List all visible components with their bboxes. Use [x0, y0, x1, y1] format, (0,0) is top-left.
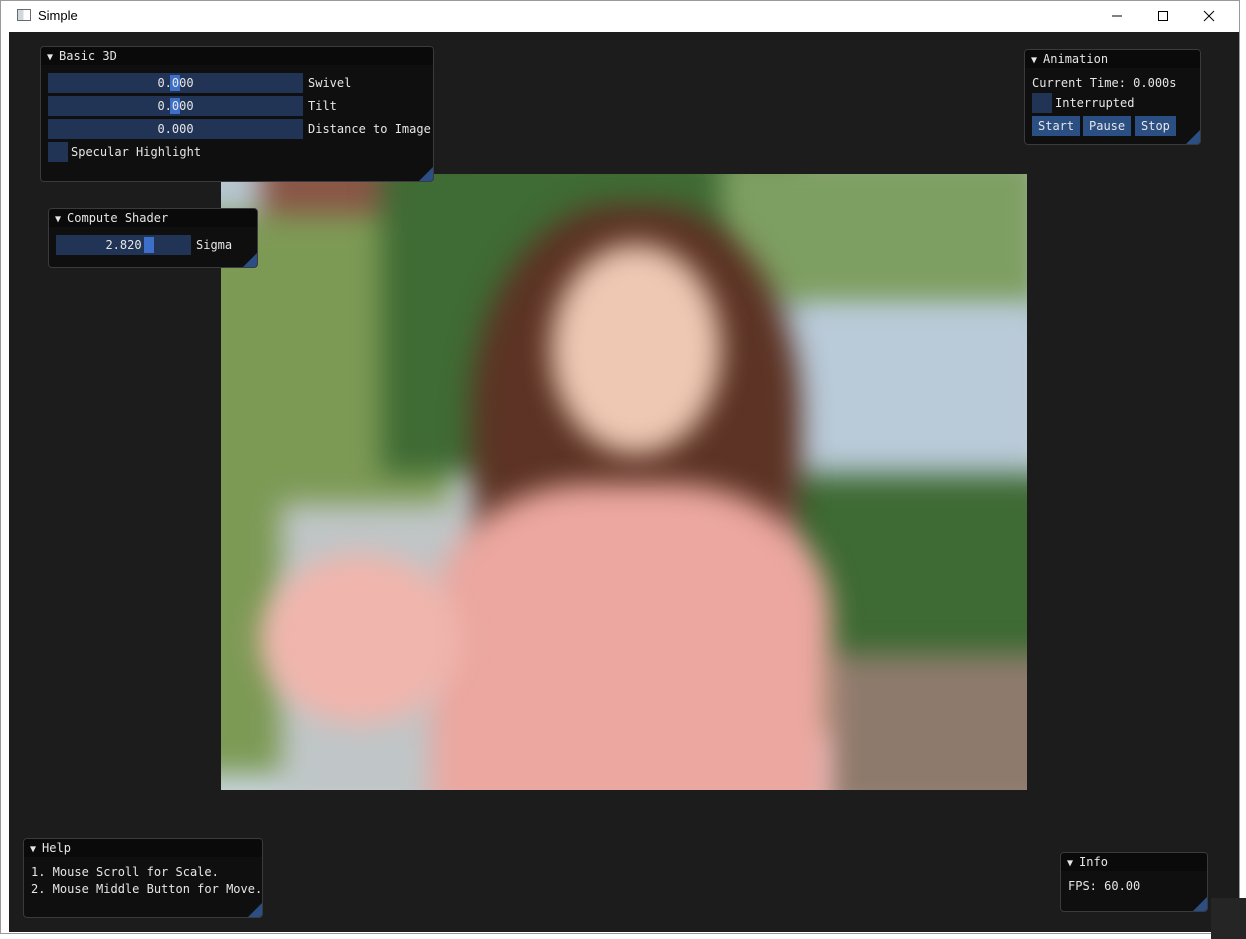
- collapse-arrow-icon[interactable]: ▼: [55, 211, 61, 229]
- resize-grip-icon[interactable]: [248, 903, 262, 917]
- start-button[interactable]: Start: [1032, 116, 1081, 136]
- resize-grip-icon[interactable]: [419, 167, 433, 181]
- slider-value: 0.000: [157, 76, 194, 90]
- panel-title-bar[interactable]: ▼ Compute Shader: [49, 209, 257, 227]
- current-time-text: Current Time: 0.000s: [1032, 76, 1177, 90]
- specular-highlight-label: Specular Highlight: [71, 145, 202, 159]
- slider-value: 0.000: [157, 122, 194, 136]
- close-button[interactable]: [1186, 1, 1232, 31]
- interrupted-label: Interrupted: [1055, 96, 1135, 110]
- panel-title-bar[interactable]: ▼ Animation: [1025, 50, 1200, 68]
- render-viewport[interactable]: ▼ Basic 3D 0.000 Swivel 0.000 Tilt 0.000 …: [9, 32, 1239, 932]
- help-panel: ▼ Help 1. Mouse Scroll for Scale. 2. Mous…: [23, 838, 263, 918]
- close-icon: [1203, 10, 1215, 22]
- panel-title: Basic 3D: [59, 49, 117, 63]
- panel-title-bar[interactable]: ▼ Help: [24, 839, 262, 857]
- slider-value: 0.000: [157, 99, 194, 113]
- resize-grip-icon[interactable]: [1186, 130, 1200, 144]
- panel-title: Animation: [1043, 52, 1109, 66]
- collapse-arrow-icon[interactable]: ▼: [30, 841, 36, 859]
- resize-grip-icon[interactable]: [243, 253, 257, 267]
- maximize-icon: [1158, 11, 1168, 21]
- background-window-fragment: [1211, 898, 1246, 939]
- sigma-label: Sigma: [196, 238, 233, 252]
- help-line: 2. Mouse Middle Button for Move.: [31, 882, 263, 896]
- slider-value: 2.820: [105, 238, 142, 252]
- tilt-label: Tilt: [308, 99, 337, 113]
- panel-title: Help: [42, 841, 71, 855]
- app-icon: [17, 9, 31, 21]
- info-panel: ▼ Info FPS: 60.00: [1060, 852, 1208, 912]
- panel-title-bar[interactable]: ▼ Info: [1061, 853, 1207, 871]
- basic-3d-panel: ▼ Basic 3D 0.000 Swivel 0.000 Tilt 0.000 …: [40, 46, 434, 182]
- window-title: Simple: [38, 8, 78, 23]
- distance-slider[interactable]: 0.000: [48, 119, 303, 139]
- title-bar[interactable]: Simple: [1, 1, 1239, 31]
- application-window: Simple ▼ Basic 3D 0.000 Swivel 0.000 Til…: [0, 0, 1240, 934]
- resize-grip-icon[interactable]: [1193, 897, 1207, 911]
- stop-button[interactable]: Stop: [1135, 116, 1176, 136]
- panel-title-bar[interactable]: ▼ Basic 3D: [41, 47, 433, 65]
- panel-title: Info: [1079, 855, 1108, 869]
- collapse-arrow-icon[interactable]: ▼: [1031, 52, 1037, 70]
- collapse-arrow-icon[interactable]: ▼: [1067, 855, 1073, 873]
- animation-panel: ▼ Animation Current Time: 0.000s Interrup…: [1024, 49, 1201, 145]
- interrupted-checkbox[interactable]: [1032, 93, 1052, 113]
- distance-label: Distance to Image: [308, 122, 431, 136]
- minimize-icon: [1112, 15, 1122, 17]
- fps-text: FPS: 60.00: [1068, 879, 1141, 893]
- specular-highlight-checkbox[interactable]: [48, 142, 68, 162]
- minimize-button[interactable]: [1094, 1, 1140, 31]
- blurred-photo: [221, 174, 1027, 790]
- tilt-slider[interactable]: 0.000: [48, 96, 303, 116]
- collapse-arrow-icon[interactable]: ▼: [47, 49, 53, 67]
- maximize-button[interactable]: [1140, 1, 1186, 31]
- swivel-slider[interactable]: 0.000: [48, 73, 303, 93]
- compute-shader-panel: ▼ Compute Shader 2.820 Sigma: [48, 208, 258, 268]
- slider-grab[interactable]: [144, 237, 154, 253]
- sigma-slider[interactable]: 2.820: [56, 235, 191, 255]
- swivel-label: Swivel: [308, 76, 352, 90]
- pause-button[interactable]: Pause: [1083, 116, 1132, 136]
- panel-title: Compute Shader: [67, 211, 169, 225]
